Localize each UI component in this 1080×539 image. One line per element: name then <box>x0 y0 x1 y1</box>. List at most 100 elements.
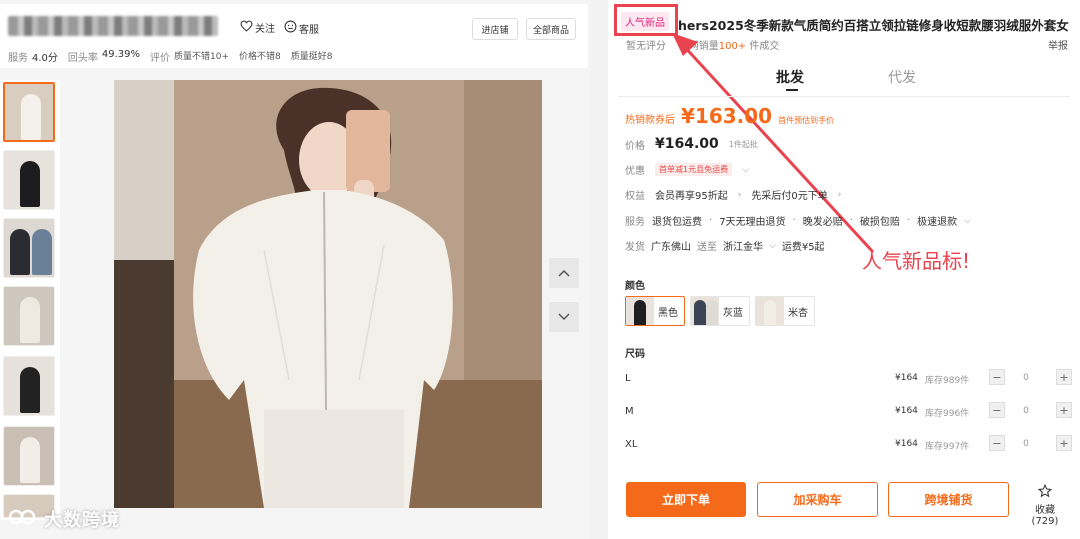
gallery-down-button[interactable] <box>549 302 579 332</box>
rights-row: 权益 会员再享95折起 › 先采后付0元下单 › <box>625 187 842 203</box>
watermark-text: 大数跨境 <box>44 510 120 531</box>
thumbnail[interactable] <box>3 356 55 416</box>
color-option-beige[interactable]: 米杏 <box>755 296 815 326</box>
tab-wholesale[interactable]: 批发 <box>776 67 804 91</box>
quantity-value[interactable]: 0 <box>1019 439 1033 449</box>
increment-button[interactable]: + <box>1056 369 1072 385</box>
size-row: L ¥164 库存989件 − 0 + <box>625 369 1072 389</box>
main-product-image[interactable] <box>114 80 542 508</box>
color-option-black[interactable]: 黑色 <box>625 296 685 326</box>
chevron-up-icon <box>558 266 570 280</box>
follow-label: 关注 <box>255 24 275 35</box>
color-name: 黑色 <box>658 307 678 319</box>
price-row: 价格 ¥164.00 1件起批 <box>625 136 758 152</box>
service-item: 极速退款 <box>917 217 958 228</box>
size-name: XL <box>625 439 638 450</box>
service-item: 退货包运费 <box>652 217 702 228</box>
cross-border-list-button[interactable]: 跨境铺货 <box>888 482 1009 517</box>
promo-note: 首件预估到手价 <box>778 116 835 125</box>
service-item: 7天无理由退货 <box>719 217 786 228</box>
promo-label: 热销款券后 <box>625 115 675 126</box>
chevron-down-icon[interactable]: ⌵ <box>964 216 971 226</box>
size-stock: 库存997件 <box>925 442 970 452</box>
service-label: 客服 <box>299 24 319 36</box>
gallery-up-button[interactable] <box>549 258 579 288</box>
chevron-down-icon[interactable]: ⌵ <box>742 165 749 175</box>
decrement-button[interactable]: − <box>989 402 1005 418</box>
quantity-value[interactable]: 0 <box>1019 373 1033 383</box>
discount-coupon[interactable]: 首单减1元且免运费 <box>655 163 733 176</box>
customer-service-button[interactable]: 客服 <box>284 20 319 36</box>
service-item: 晚发必赔 <box>802 217 843 228</box>
color-label: 颜色 <box>625 281 645 292</box>
left-panel: 关注 客服 进店铺 全部商品 服务 4.0分 回头率 49.39% 评价 质量不… <box>0 0 590 539</box>
color-name: 米杏 <box>788 307 808 319</box>
review-tag[interactable]: 质量挺好8 <box>291 49 333 64</box>
discount-label: 优惠 <box>625 166 645 177</box>
report-link[interactable]: 举报 <box>1048 37 1068 52</box>
enter-shop-button[interactable]: 进店铺 <box>472 18 518 40</box>
quantity-value[interactable]: 0 <box>1019 406 1033 416</box>
shop-name-blurred[interactable] <box>8 16 218 36</box>
size-name: M <box>625 406 634 417</box>
favorite-label: 收藏 <box>1035 505 1055 516</box>
favorite-count: (729) <box>1031 516 1059 527</box>
swatch-image <box>756 297 784 325</box>
follow-button[interactable]: 关注 <box>240 20 275 35</box>
metric-return-value: 49.39% <box>101 49 141 60</box>
color-option-greyblue[interactable]: 灰蓝 <box>690 296 750 326</box>
ship-to-select[interactable]: 浙江金华 <box>723 238 763 253</box>
size-name: L <box>625 373 631 384</box>
thumbnail[interactable] <box>3 218 55 278</box>
brand-logo-icon <box>8 507 38 532</box>
buy-now-button[interactable]: 立即下单 <box>626 482 746 517</box>
ship-fee: 运费¥5起 <box>781 242 825 253</box>
promo-price-row: 热销款券后 ¥163.00 首件预估到手价 <box>625 104 834 128</box>
decrement-button[interactable]: − <box>989 369 1005 385</box>
size-row: M ¥164 库存996件 − 0 + <box>625 402 1072 422</box>
review-tag[interactable]: 价格不错8 <box>239 49 281 64</box>
chevron-right-icon: › <box>837 189 842 200</box>
review-tag[interactable]: 质量不错10+ <box>174 49 229 64</box>
shop-metrics: 服务 4.0分 回头率 49.39% 评价 质量不错10+ 价格不错8 质量挺好… <box>8 49 339 64</box>
metric-review-label: 评价 <box>150 53 171 64</box>
promo-price: ¥163.00 <box>681 104 773 128</box>
swatch-image <box>691 297 719 325</box>
tab-dropship[interactable]: 代发 <box>888 67 916 87</box>
metric-service-value: 4.0分 <box>32 53 58 64</box>
rights-item[interactable]: 先采后付0元下单 <box>751 187 827 202</box>
all-products-button[interactable]: 全部商品 <box>526 18 576 40</box>
model-photo <box>114 80 542 508</box>
rating-text: 暂无评分 <box>626 41 666 52</box>
thumbnail[interactable] <box>3 426 55 486</box>
rights-label: 权益 <box>625 191 645 202</box>
increment-button[interactable]: + <box>1056 402 1072 418</box>
product-info-panel: 人气新品 hers2025冬季新款气质简约百搭立领拉链修身收短款腰羽绒服外套女 … <box>608 0 1080 539</box>
product-detail-page: 关注 客服 进店铺 全部商品 服务 4.0分 回头率 49.39% 评价 质量不… <box>0 0 1080 539</box>
thumbnail[interactable] <box>3 82 55 142</box>
smiley-chat-icon <box>284 20 297 36</box>
ship-from: 广东佛山 <box>651 242 691 253</box>
increment-button[interactable]: + <box>1056 435 1072 451</box>
size-stock: 库存996件 <box>925 409 970 419</box>
favorite-button[interactable]: 收藏 (729) <box>1020 483 1070 527</box>
add-to-cart-button[interactable]: 加采购车 <box>757 482 878 517</box>
chevron-down-icon[interactable]: ⌵ <box>769 241 776 251</box>
decrement-button[interactable]: − <box>989 435 1005 451</box>
thumbnail[interactable] <box>3 286 55 346</box>
service-row: 服务 退货包运费 · 7天无理由退货 · 晚发必赔 · 破损包赔 · 极速退款 ⌵ <box>625 215 971 228</box>
heart-icon <box>240 20 253 35</box>
size-stock: 库存989件 <box>925 376 970 386</box>
annotation-callout: 人气新品标! <box>862 249 971 273</box>
price-value: ¥164.00 <box>655 136 719 152</box>
divider <box>618 96 1070 97</box>
price-min: 1件起批 <box>728 139 758 149</box>
service-item: 破损包赔 <box>859 217 900 228</box>
thumbnail[interactable] <box>3 150 55 210</box>
size-price: ¥164 <box>895 406 918 416</box>
metric-service-label: 服务 <box>8 53 28 64</box>
price-label: 价格 <box>625 140 645 152</box>
metric-return-label: 回头率 <box>67 53 98 64</box>
chevron-right-icon: › <box>737 189 742 200</box>
rights-item[interactable]: 会员再享95折起 <box>655 187 728 202</box>
